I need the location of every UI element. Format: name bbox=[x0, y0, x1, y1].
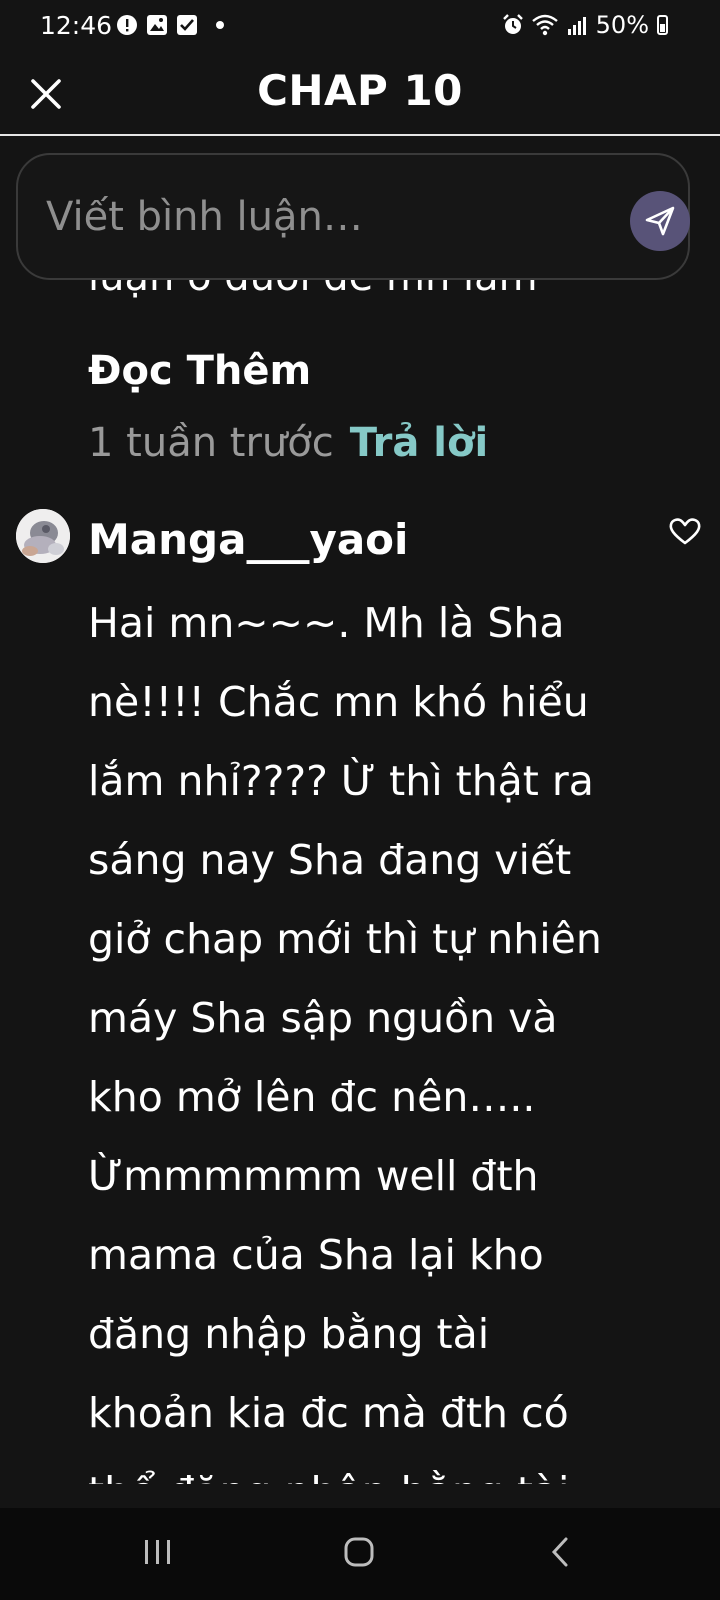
send-button[interactable] bbox=[630, 191, 690, 251]
heart-icon bbox=[669, 518, 701, 545]
gallery-icon bbox=[147, 15, 167, 35]
more-notifications-dot bbox=[216, 21, 224, 29]
comment-body: Hai mn~~~. Mh là Sha nè!!!! Chắc mn khó … bbox=[88, 599, 602, 1484]
comment-composer bbox=[16, 153, 690, 280]
read-more-link[interactable]: Đọc Thêm bbox=[88, 348, 311, 394]
comment-time: 1 tuần trước bbox=[88, 420, 334, 466]
notification-icons bbox=[116, 14, 224, 36]
recents-button[interactable] bbox=[143, 1536, 173, 1568]
comment-username[interactable]: Manga___yaoi bbox=[88, 515, 408, 564]
system-nav-bar bbox=[0, 1508, 720, 1600]
status-time: 12:46 bbox=[40, 11, 113, 40]
previous-comment-meta: 1 tuần trước Trả lời bbox=[88, 420, 488, 466]
top-app-bar: CHAP 10 bbox=[0, 54, 720, 136]
wifi-icon bbox=[531, 14, 558, 36]
back-icon bbox=[551, 1537, 568, 1567]
reply-button[interactable]: Trả lời bbox=[350, 420, 488, 466]
previous-comment-fragment: luận ở dưới để mn làm bbox=[88, 280, 538, 300]
checkbox-icon bbox=[177, 15, 197, 35]
avatar-image bbox=[16, 509, 70, 563]
send-icon bbox=[645, 206, 675, 236]
like-button[interactable] bbox=[668, 516, 702, 546]
status-bar: 12:46 50% bbox=[0, 0, 720, 54]
avatar[interactable] bbox=[16, 509, 70, 563]
page-title: CHAP 10 bbox=[257, 66, 463, 115]
signal-icon bbox=[567, 17, 586, 35]
previous-comment-text: luận ở dưới để mn làm bbox=[88, 280, 688, 314]
battery-percent: 50% bbox=[595, 11, 649, 39]
alarm-icon bbox=[502, 14, 523, 34]
home-icon bbox=[344, 1537, 374, 1567]
recents-icon bbox=[145, 1540, 170, 1564]
comment-input[interactable] bbox=[44, 185, 608, 249]
home-button[interactable] bbox=[343, 1536, 375, 1568]
battery-icon bbox=[657, 15, 668, 35]
system-icons: 50% bbox=[502, 11, 668, 39]
alert-icon bbox=[117, 15, 137, 35]
back-button[interactable] bbox=[548, 1536, 572, 1568]
